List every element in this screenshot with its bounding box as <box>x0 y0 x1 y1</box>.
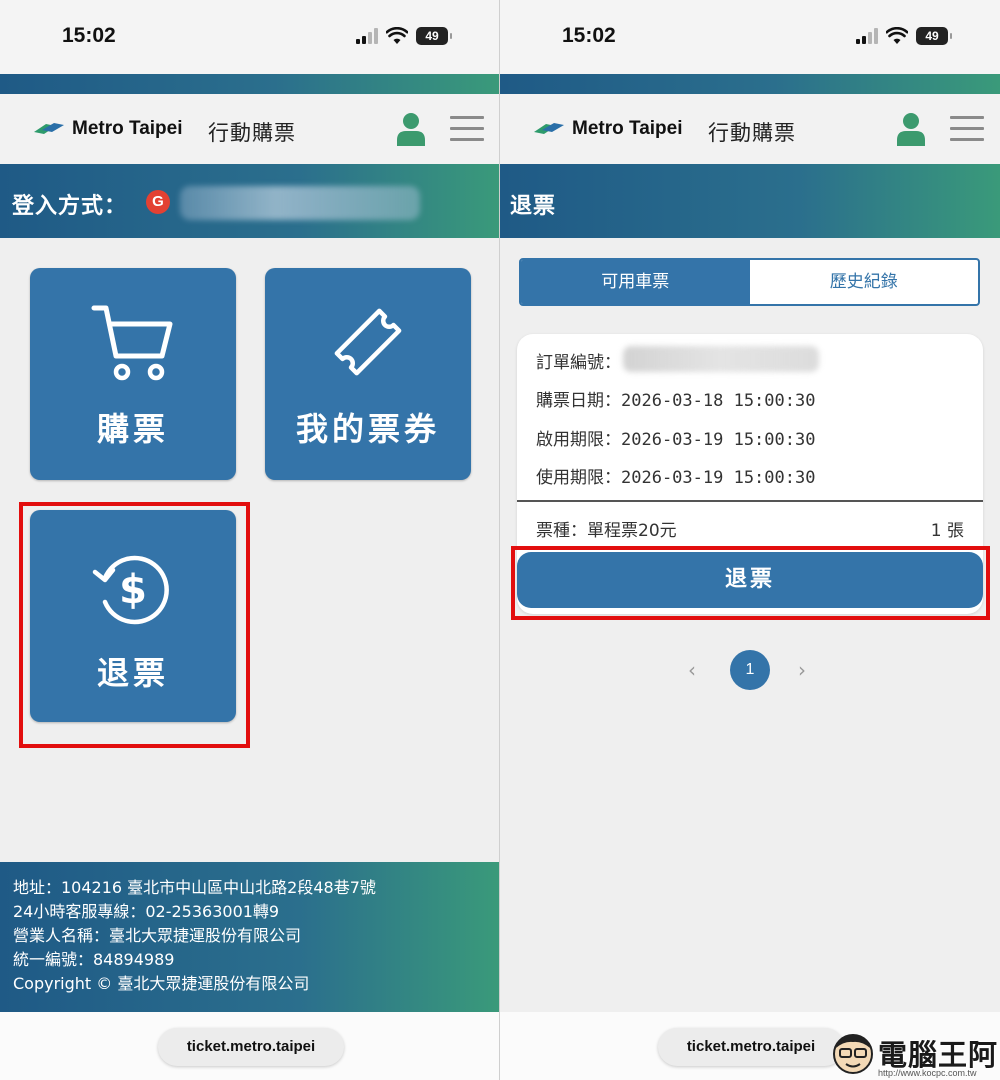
activation-deadline-value: 2026-03-19 15:00:30 <box>621 430 816 450</box>
status-time: 15:02 <box>562 24 616 47</box>
blurred-account-name <box>180 186 420 220</box>
usage-deadline-label: 使用期限： <box>536 468 621 488</box>
google-icon: G <box>146 190 170 214</box>
refund-tile-highlight <box>19 502 250 748</box>
page-1-button[interactable]: 1 <box>730 650 770 690</box>
footer-tax-id: 統一編號：84894989 <box>13 950 175 969</box>
prev-page-button[interactable]: ‹ <box>688 658 696 682</box>
footer-address: 地址：104216 臺北市中山區中山北路2段48巷7號 <box>13 878 376 897</box>
wifi-icon <box>886 27 908 44</box>
footer-hotline: 24小時客服專線：02-25363001轉9 <box>13 902 280 921</box>
tab-history[interactable]: 歷史紀錄 <box>750 260 979 304</box>
blurred-order-number <box>623 346 819 372</box>
next-page-button[interactable]: › <box>798 658 806 682</box>
page-banner: 退票 <box>500 164 1000 238</box>
metro-logo[interactable]: Metro Taipei <box>532 118 683 140</box>
activation-deadline-label: 啟用期限： <box>536 430 621 450</box>
cellular-signal-icon <box>856 28 878 44</box>
activation-deadline-row: 啟用期限：2026-03-19 15:00:30 <box>536 425 815 450</box>
top-band <box>500 74 1000 94</box>
address-bar[interactable]: ticket.metro.taipei <box>658 1028 844 1066</box>
browser-bottom-bar: ticket.metro.taipei <box>0 1012 499 1080</box>
watermark-mascot-icon <box>833 1034 873 1074</box>
status-bar: 15:02 49 <box>0 0 499 74</box>
brand-name: Metro Taipei <box>72 118 183 139</box>
usage-deadline-value: 2026-03-19 15:00:30 <box>621 468 816 488</box>
status-icons: 49 <box>356 25 452 47</box>
watermark: 電腦王阿達 http://www.kocpc.com.tw <box>828 1030 1000 1080</box>
page-title: 退票 <box>510 194 557 219</box>
card-divider <box>517 500 983 502</box>
order-number-label: 訂單編號： <box>536 353 621 373</box>
hamburger-menu-icon[interactable] <box>950 116 984 142</box>
purchase-date-label: 購票日期： <box>536 391 621 411</box>
watermark-url: http://www.kocpc.com.tw <box>878 1068 977 1078</box>
user-icon[interactable] <box>396 112 426 146</box>
battery-icon: 49 <box>416 27 452 45</box>
brand-name: Metro Taipei <box>572 118 683 139</box>
app-header: Metro Taipei 行動購票 <box>500 94 1000 164</box>
footer-company: 營業人名稱：臺北大眾捷運股份有限公司 <box>13 926 302 945</box>
top-band <box>0 74 499 94</box>
hamburger-menu-icon[interactable] <box>450 116 484 142</box>
purchase-date-value: 2026-03-18 15:00:30 <box>621 391 816 411</box>
cart-icon <box>91 305 173 381</box>
metro-logo-icon <box>34 123 64 134</box>
app-header: Metro Taipei 行動購票 <box>0 94 499 164</box>
ticket-type-row: 票種：單程票20元 <box>536 516 677 541</box>
usage-deadline-row: 使用期限：2026-03-19 15:00:30 <box>536 463 815 488</box>
address-bar[interactable]: ticket.metro.taipei <box>158 1028 344 1066</box>
ticket-quantity: 1 張 <box>931 516 964 541</box>
pagination: ‹ 1 › <box>680 650 820 690</box>
refund-button-highlight <box>511 546 990 620</box>
left-screen: 15:02 49 Metro Taipei 行動購票 登入方式： G 購票 我的… <box>0 0 500 1080</box>
wifi-icon <box>386 27 408 44</box>
site-footer: 地址：104216 臺北市中山區中山北路2段48巷7號 24小時客服專線：02-… <box>0 862 499 1012</box>
my-tickets-label: 我的票券 <box>295 410 440 448</box>
header-title: 行動購票 <box>208 121 296 145</box>
user-icon[interactable] <box>896 112 926 146</box>
status-time: 15:02 <box>62 24 116 47</box>
ticket-icon <box>334 308 402 376</box>
battery-icon: 49 <box>916 27 952 45</box>
header-title: 行動購票 <box>708 121 796 145</box>
buy-ticket-label: 購票 <box>96 410 169 448</box>
footer-copyright: Copyright © 臺北大眾捷運股份有限公司 <box>13 974 310 993</box>
tab-available-tickets[interactable]: 可用車票 <box>521 260 750 304</box>
ticket-quantity-value: 1 張 <box>930 521 964 541</box>
status-icons: 49 <box>856 25 952 47</box>
my-tickets-tile[interactable]: 我的票券 <box>265 268 471 480</box>
metro-logo[interactable]: Metro Taipei <box>32 118 183 140</box>
cellular-signal-icon <box>356 28 378 44</box>
buy-ticket-tile[interactable]: 購票 <box>30 268 236 480</box>
status-bar: 15:02 49 <box>500 0 1000 74</box>
purchase-date-row: 購票日期：2026-03-18 15:00:30 <box>536 386 815 411</box>
ticket-tabs: 可用車票 歷史紀錄 <box>519 258 980 306</box>
order-number-row: 訂單編號： <box>536 348 621 373</box>
login-method-label: 登入方式： <box>12 194 128 219</box>
ticket-type-label: 票種：單程票20元 <box>536 521 677 541</box>
metro-logo-icon <box>534 123 564 134</box>
